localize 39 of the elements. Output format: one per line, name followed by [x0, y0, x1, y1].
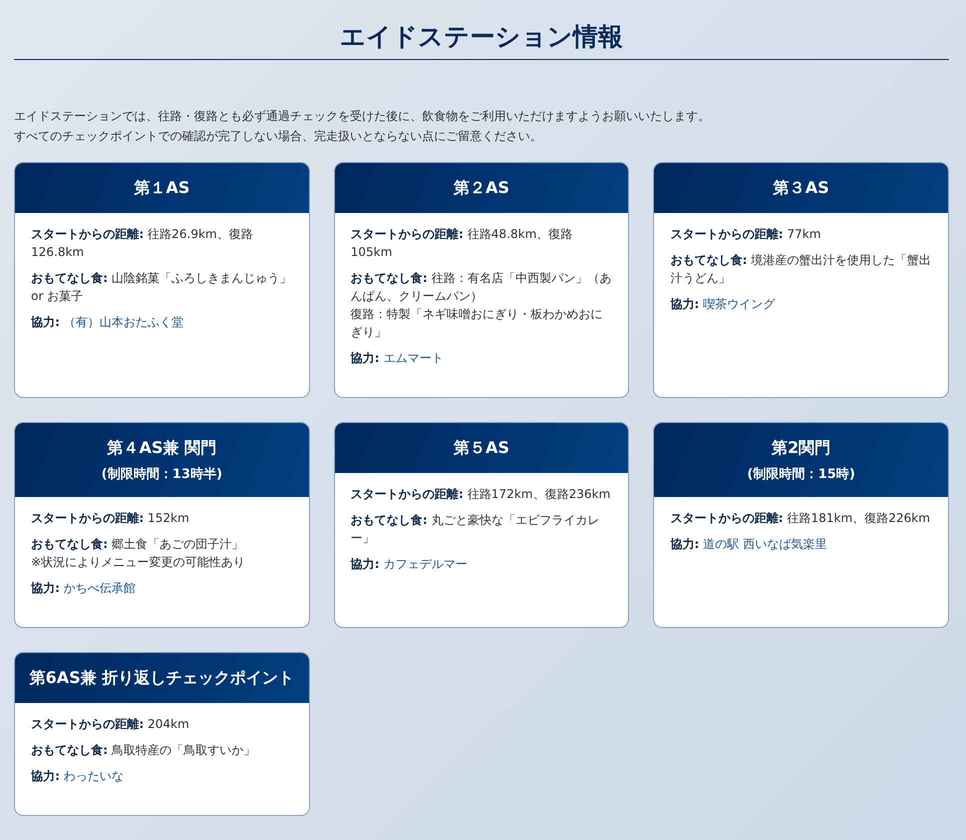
field-text: スタートからの距離: 152km	[31, 510, 190, 527]
station-title: 第6AS兼 折り返しチェックポイント	[28, 667, 296, 689]
station-title: 第１AS	[132, 177, 191, 199]
station-title: 第４AS兼 関門	[106, 437, 218, 459]
station-title: 第２AS	[452, 177, 510, 199]
page-title: エイドステーション情報	[14, 20, 949, 60]
partner-link[interactable]: かちべ伝承館	[64, 581, 136, 595]
field-text: おもてなし食: 往路：有名店「中西製パン」（あんぱん、クリームパン） 復路：特製「ネギ味噌おにぎり・板わかめおにぎり」	[350, 270, 612, 341]
time-limit: (制限時間：15時)	[746, 466, 856, 483]
field-text: おもてなし食: 郷土食「あごの団子汁」 ※状況によりメニュー変更の可能性あり	[31, 536, 246, 571]
field-label: 協力:	[31, 769, 60, 783]
field-label: 協力:	[670, 297, 700, 311]
field-text: スタートからの距離: 204km	[31, 716, 190, 733]
partner-link[interactable]: わったいな	[64, 769, 124, 783]
intro-text: エイドステーションでは、往路・復路とも必ず通過チェックを受けた後に、飲食物をご利用いただけますようお願いいたします。	[14, 108, 711, 125]
field-text: おもてなし食: 山陰銘菓「ふろしきまんじゅう」or お菓子	[31, 270, 293, 305]
field-label: 協力:	[350, 557, 380, 571]
station-title: 第2関門	[770, 437, 832, 459]
field-text: スタートからの距離: 往路172km、復路236km	[350, 486, 612, 503]
field-text: スタートからの距離: 往路48.8km、復路105km	[350, 226, 574, 261]
field-text: スタートからの距離: 往路181km、復路226km	[670, 510, 932, 527]
partner-link[interactable]: 道の駅 西いなば気楽里	[702, 537, 827, 551]
station-title: 第５AS	[452, 437, 510, 459]
field-label: 協力:	[31, 315, 60, 329]
partner-link[interactable]: エムマート	[383, 351, 444, 365]
field-label: 協力:	[350, 351, 380, 365]
intro-text: すべてのチェックポイントでの確認が完了しない場合、完走扱いとならない点にご留意ください。	[14, 128, 543, 145]
partner-link[interactable]: カフェデルマー	[383, 557, 468, 571]
field-text: おもてなし食: 境港産の蟹出汁を使用した「蟹出汁うどん」	[670, 252, 932, 287]
field-text: おもてなし食: 鳥取特産の「鳥取すいか」	[31, 742, 257, 759]
time-limit: (制限時間：13時半)	[100, 466, 224, 483]
field-label: 協力:	[31, 581, 60, 595]
partner-link[interactable]: 喫茶ウイング	[702, 297, 775, 311]
field-text: おもてなし食: 丸ごと豪快な「エビフライカレー」	[350, 512, 600, 547]
field-text: スタートからの距離: 77km	[670, 226, 822, 243]
partner-link[interactable]: （有）山本おたふく堂	[64, 315, 184, 329]
field-text: スタートからの距離: 往路26.9km、復路126.8km	[31, 226, 254, 261]
station-title: 第３AS	[772, 177, 830, 199]
field-label: 協力:	[670, 537, 700, 551]
